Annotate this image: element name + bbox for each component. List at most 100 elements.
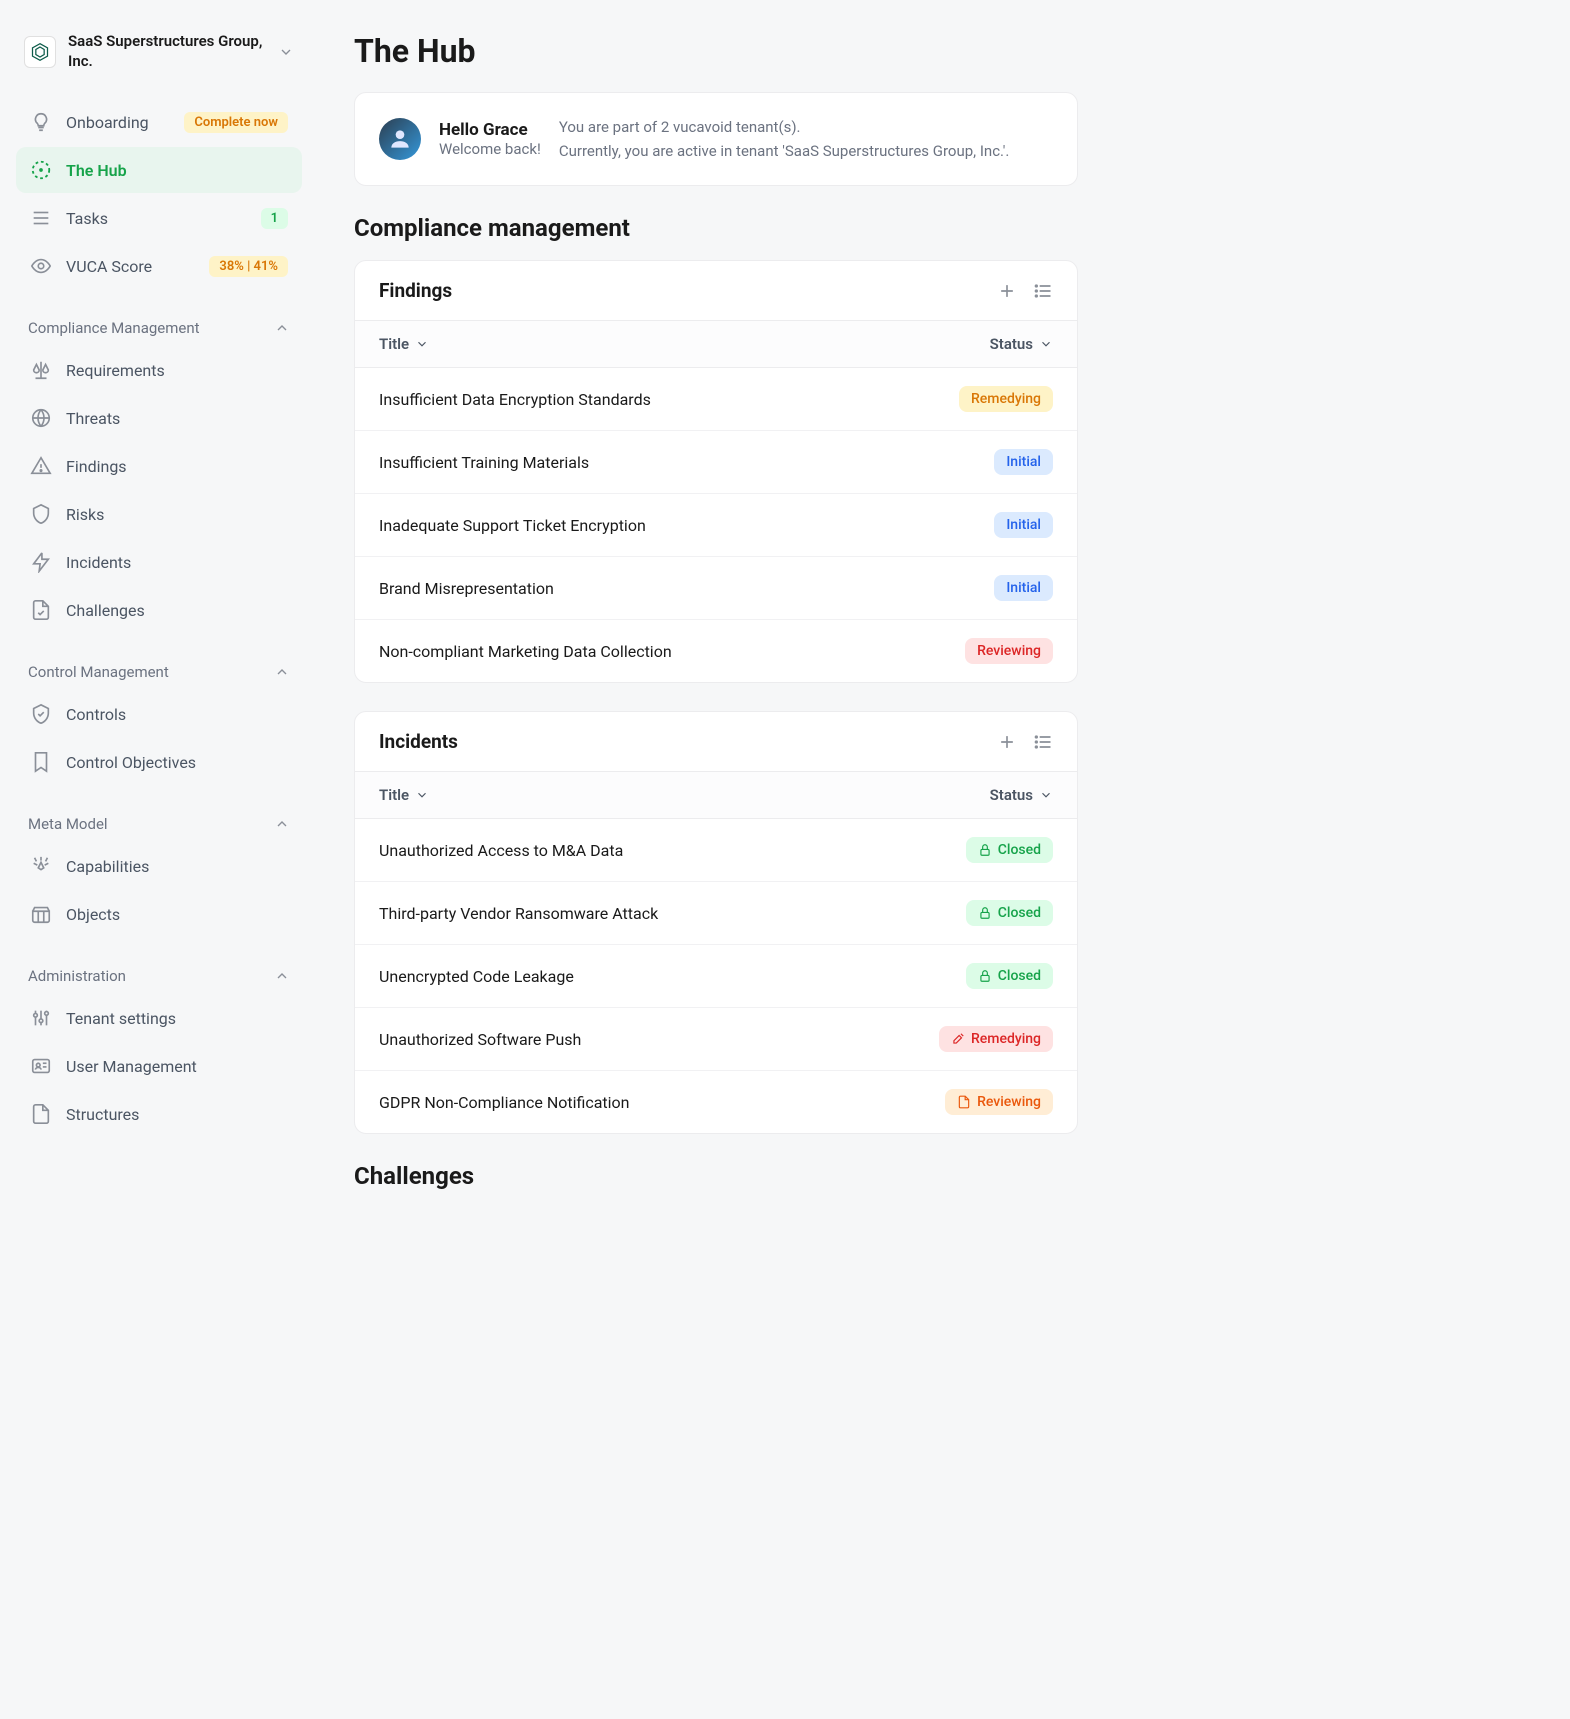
nav-group-header[interactable]: Control Management — [16, 653, 302, 691]
sidebar-item-tenant-settings[interactable]: Tenant settings — [16, 995, 302, 1041]
table-row[interactable]: Non-compliant Marketing Data Collection R… — [355, 620, 1077, 682]
sidebar-item-label: Control Objectives — [66, 753, 288, 772]
sidebar-item-label: Objects — [66, 905, 288, 924]
findings-card: Findings Title Status — [354, 260, 1078, 683]
sidebar-item-label: Capabilities — [66, 857, 288, 876]
sidebar-item-tasks[interactable]: Tasks1 — [16, 195, 302, 241]
requirements-icon — [30, 359, 52, 381]
welcome-line-1: You are part of 2 vucavoid tenant(s). — [559, 115, 1010, 139]
structures-icon — [30, 1103, 52, 1125]
findings-col-title[interactable]: Title — [379, 335, 429, 353]
sidebar-item-challenges[interactable]: Challenges — [16, 587, 302, 633]
welcome-card: Hello Grace Welcome back! You are part o… — [354, 92, 1078, 186]
status-badge: Remedying — [939, 1026, 1053, 1052]
add-finding-button[interactable] — [997, 281, 1017, 301]
findings-col-status[interactable]: Status — [990, 335, 1053, 353]
sidebar-item-label: Challenges — [66, 601, 288, 620]
nav-group-title: Compliance Management — [28, 319, 200, 337]
status-badge: Initial — [994, 575, 1053, 601]
row-title: Insufficient Data Encryption Standards — [379, 390, 651, 409]
table-row[interactable]: Inadequate Support Ticket EncryptionInit… — [355, 494, 1077, 557]
table-row[interactable]: Brand Misrepresentation Initial — [355, 557, 1077, 620]
incidents-col-status[interactable]: Status — [990, 786, 1053, 804]
list-incidents-button[interactable] — [1033, 732, 1053, 752]
sidebar-item-the-hub[interactable]: The Hub — [16, 147, 302, 193]
chevron-up-icon — [274, 816, 290, 832]
welcome-info: You are part of 2 vucavoid tenant(s). Cu… — [559, 115, 1010, 163]
status-badge: Closed — [966, 837, 1053, 863]
sidebar-item-risks[interactable]: Risks — [16, 491, 302, 537]
nav-group-header[interactable]: Administration — [16, 957, 302, 995]
status-badge: Remedying — [959, 386, 1053, 412]
sidebar-item-user-management[interactable]: User Management — [16, 1043, 302, 1089]
page-title: The Hub — [354, 32, 1078, 70]
sidebar-item-label: Requirements — [66, 361, 288, 380]
sidebar-item-label: VUCA Score — [66, 257, 195, 276]
table-row[interactable]: Third-party Vendor Ransomware AttackClos… — [355, 882, 1077, 945]
tenant-name: SaaS Superstructures Group, Inc. — [68, 32, 266, 71]
chevron-down-icon — [415, 337, 429, 351]
tenant-logo — [24, 36, 56, 68]
status-badge: Reviewing — [965, 638, 1053, 664]
table-row[interactable]: Unencrypted Code LeakageClosed — [355, 945, 1077, 1008]
controls-icon — [30, 703, 52, 725]
status-badge: Initial — [994, 512, 1053, 538]
row-title: GDPR Non-Compliance Notification — [379, 1093, 630, 1112]
table-row[interactable]: GDPR Non-Compliance Notification Reviewin… — [355, 1071, 1077, 1133]
lock-icon — [978, 906, 992, 920]
row-title: Brand Misrepresentation — [379, 579, 554, 598]
sidebar-item-control-objectives[interactable]: Control Objectives — [16, 739, 302, 785]
user-management-icon — [30, 1055, 52, 1077]
incidents-col-title[interactable]: Title — [379, 786, 429, 804]
sidebar-item-label: Controls — [66, 705, 288, 724]
sidebar-badge: Complete now — [184, 112, 288, 133]
chevron-up-icon — [274, 968, 290, 984]
sidebar-item-capabilities[interactable]: Capabilities — [16, 843, 302, 889]
sidebar-item-label: Risks — [66, 505, 288, 524]
sidebar-item-structures[interactable]: Structures — [16, 1091, 302, 1137]
table-row[interactable]: Insufficient Training MaterialsInitial — [355, 431, 1077, 494]
nav-group-title: Meta Model — [28, 815, 108, 833]
findings-card-title: Findings — [379, 279, 452, 302]
chevron-up-icon — [274, 664, 290, 680]
tenant-selector[interactable]: SaaS Superstructures Group, Inc. — [16, 24, 302, 79]
sidebar-item-incidents[interactable]: Incidents — [16, 539, 302, 585]
sidebar-item-label: Onboarding — [66, 113, 170, 132]
compliance-section-title: Compliance management — [354, 214, 1078, 242]
lock-icon — [978, 969, 992, 983]
sidebar-item-requirements[interactable]: Requirements — [16, 347, 302, 393]
status-badge: Reviewing — [945, 1089, 1053, 1115]
row-title: Unauthorized Software Push — [379, 1030, 581, 1049]
challenges-icon — [30, 599, 52, 621]
incidents-card: Incidents Title Status — [354, 711, 1078, 1134]
avatar — [379, 118, 421, 160]
sidebar-item-onboarding[interactable]: Onboarding Complete now — [16, 99, 302, 145]
sidebar-item-findings[interactable]: Findings — [16, 443, 302, 489]
sidebar-item-objects[interactable]: Objects — [16, 891, 302, 937]
sidebar-item-label: Threats — [66, 409, 288, 428]
incidents-icon — [30, 551, 52, 573]
sidebar-item-label: Incidents — [66, 553, 288, 572]
sidebar-item-threats[interactable]: Threats — [16, 395, 302, 441]
sidebar-item-vuca-score[interactable]: VUCA Score 38% | 41% — [16, 243, 302, 289]
table-row[interactable]: Unauthorized Software Push Remedying — [355, 1008, 1077, 1071]
sidebar-item-label: The Hub — [66, 161, 288, 180]
sidebar-item-label: Tenant settings — [66, 1009, 288, 1028]
onboarding-icon — [30, 111, 52, 133]
sidebar: SaaS Superstructures Group, Inc. Onboard… — [0, 0, 318, 1719]
sidebar-item-controls[interactable]: Controls — [16, 691, 302, 737]
chevron-up-icon — [274, 320, 290, 336]
nav-group-header[interactable]: Meta Model — [16, 805, 302, 843]
risks-icon — [30, 503, 52, 525]
table-row[interactable]: Unauthorized Access to M&A DataClosed — [355, 819, 1077, 882]
list-findings-button[interactable] — [1033, 281, 1053, 301]
sidebar-badge: 1 — [261, 208, 288, 229]
capabilities-icon — [30, 855, 52, 877]
objects-icon — [30, 903, 52, 925]
add-incident-button[interactable] — [997, 732, 1017, 752]
sidebar-badge: 38% | 41% — [209, 256, 288, 277]
nav-group-header[interactable]: Compliance Management — [16, 309, 302, 347]
row-title: Insufficient Training Materials — [379, 453, 589, 472]
row-title: Non-compliant Marketing Data Collection — [379, 642, 672, 661]
table-row[interactable]: Insufficient Data Encryption Standards Re… — [355, 368, 1077, 431]
